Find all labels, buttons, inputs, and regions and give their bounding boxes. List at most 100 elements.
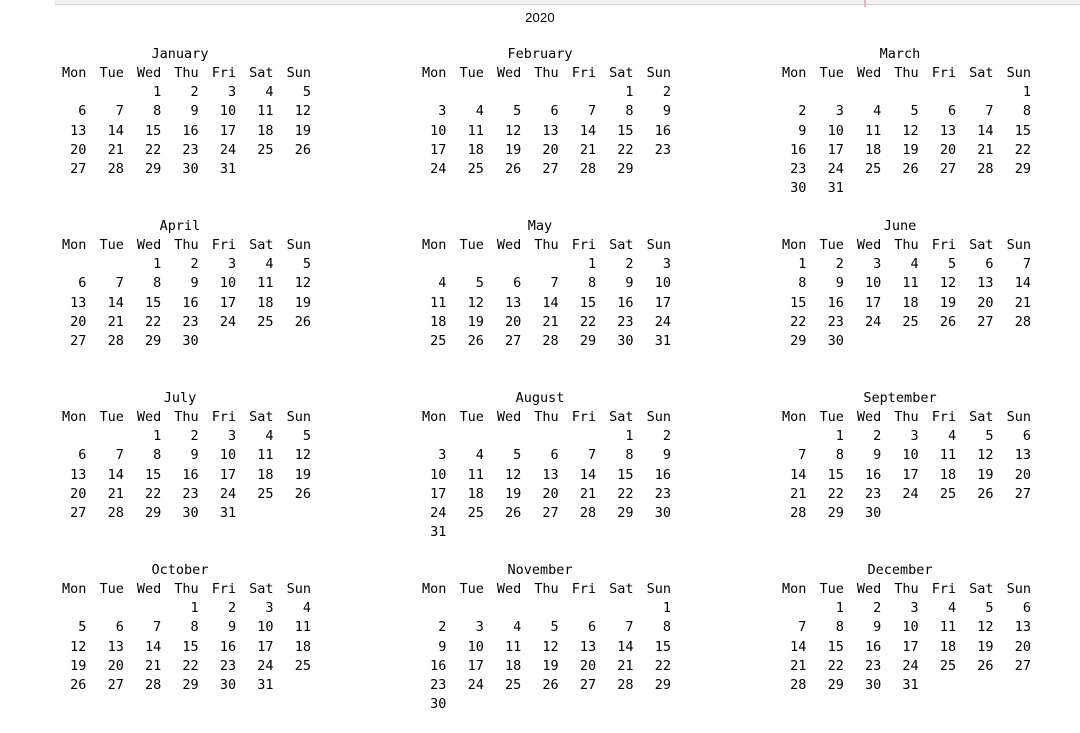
day-cell[interactable]: 17 [199,466,236,485]
day-cell[interactable]: 21 [559,141,596,160]
day-cell[interactable]: 25 [236,141,273,160]
day-cell[interactable]: 13 [521,122,558,141]
day-cell[interactable]: 8 [124,102,161,121]
day-cell[interactable]: 16 [161,466,198,485]
day-cell[interactable]: 9 [161,274,199,293]
day-cell[interactable]: 5 [484,102,521,121]
day-cell[interactable]: 18 [236,122,273,141]
day-cell[interactable]: 3 [199,255,236,274]
day-cell[interactable]: 2 [634,83,671,102]
day-cell[interactable]: 29 [806,504,844,523]
day-cell[interactable]: 6 [919,102,956,121]
day-cell[interactable]: 12 [881,122,918,141]
day-cell[interactable]: 27 [49,504,86,523]
day-cell[interactable]: 11 [409,294,446,313]
day-cell[interactable]: 5 [274,427,311,446]
day-cell[interactable]: 18 [409,313,446,332]
day-cell[interactable]: 1 [769,255,806,274]
day-cell[interactable]: 20 [484,313,521,332]
day-cell[interactable]: 31 [409,523,446,542]
day-cell[interactable]: 24 [881,657,918,676]
day-cell[interactable]: 22 [994,141,1031,160]
day-cell[interactable]: 3 [199,427,236,446]
day-cell[interactable]: 6 [86,618,124,637]
day-cell[interactable]: 7 [521,274,559,293]
day-cell[interactable]: 7 [86,102,124,121]
day-cell[interactable]: 19 [274,294,311,313]
day-cell[interactable]: 24 [199,485,236,504]
day-cell[interactable]: 22 [634,657,671,676]
day-cell[interactable]: 24 [446,676,484,695]
day-cell[interactable]: 15 [124,122,161,141]
day-cell[interactable]: 22 [806,657,844,676]
day-cell[interactable]: 27 [956,313,993,332]
day-cell[interactable]: 21 [596,657,633,676]
day-cell[interactable]: 30 [161,504,198,523]
day-cell[interactable]: 6 [994,427,1031,446]
day-cell[interactable]: 28 [124,676,161,695]
day-cell[interactable]: 29 [634,676,671,695]
day-cell[interactable]: 29 [806,676,844,695]
day-cell[interactable]: 25 [236,485,273,504]
day-cell[interactable]: 15 [994,122,1031,141]
day-cell[interactable]: 21 [956,141,993,160]
day-cell[interactable]: 12 [274,446,311,465]
day-cell[interactable]: 16 [634,122,671,141]
day-cell[interactable]: 20 [956,294,993,313]
day-cell[interactable]: 8 [161,618,199,637]
day-cell[interactable]: 14 [994,274,1031,293]
day-cell[interactable]: 12 [446,294,484,313]
day-cell[interactable]: 6 [994,599,1031,618]
day-cell[interactable]: 18 [919,466,956,485]
day-cell[interactable]: 21 [769,657,806,676]
day-cell[interactable]: 1 [559,255,596,274]
day-cell[interactable]: 23 [199,657,236,676]
day-cell[interactable]: 7 [994,255,1031,274]
day-cell[interactable]: 22 [559,313,596,332]
day-cell[interactable]: 23 [634,485,671,504]
day-cell[interactable]: 10 [199,446,236,465]
day-cell[interactable]: 13 [49,122,86,141]
day-cell[interactable]: 26 [881,160,918,179]
day-cell[interactable]: 15 [806,638,844,657]
day-cell[interactable]: 20 [49,485,86,504]
day-cell[interactable]: 29 [596,504,633,523]
day-cell[interactable]: 6 [49,102,86,121]
day-cell[interactable]: 27 [86,676,124,695]
day-cell[interactable]: 7 [956,102,993,121]
day-cell[interactable]: 11 [484,638,521,657]
day-cell[interactable]: 8 [806,618,844,637]
day-cell[interactable]: 7 [596,618,633,637]
day-cell[interactable]: 20 [521,485,558,504]
day-cell[interactable]: 28 [994,313,1031,332]
day-cell[interactable]: 30 [596,332,633,351]
day-cell[interactable]: 11 [446,466,484,485]
day-cell[interactable]: 30 [844,504,881,523]
day-cell[interactable]: 25 [236,313,273,332]
day-cell[interactable]: 9 [844,618,881,637]
day-cell[interactable]: 23 [161,485,198,504]
day-cell[interactable]: 22 [596,485,633,504]
day-cell[interactable]: 2 [161,83,199,102]
day-cell[interactable]: 30 [844,676,881,695]
day-cell[interactable]: 23 [409,676,446,695]
day-cell[interactable]: 11 [274,618,311,637]
day-cell[interactable]: 26 [919,313,956,332]
day-cell[interactable]: 10 [409,466,446,485]
day-cell[interactable]: 20 [521,141,558,160]
day-cell[interactable]: 5 [484,446,521,465]
day-cell[interactable]: 31 [881,676,918,695]
day-cell[interactable]: 3 [844,255,881,274]
day-cell[interactable]: 14 [86,466,124,485]
day-cell[interactable]: 24 [199,313,236,332]
day-cell[interactable]: 1 [596,427,633,446]
day-cell[interactable]: 1 [806,427,844,446]
day-cell[interactable]: 26 [484,504,521,523]
day-cell[interactable]: 18 [484,657,521,676]
day-cell[interactable]: 28 [86,504,124,523]
day-cell[interactable]: 27 [919,160,956,179]
day-cell[interactable]: 2 [769,102,806,121]
day-cell[interactable]: 14 [124,638,161,657]
day-cell[interactable]: 29 [596,160,633,179]
day-cell[interactable]: 7 [86,446,124,465]
